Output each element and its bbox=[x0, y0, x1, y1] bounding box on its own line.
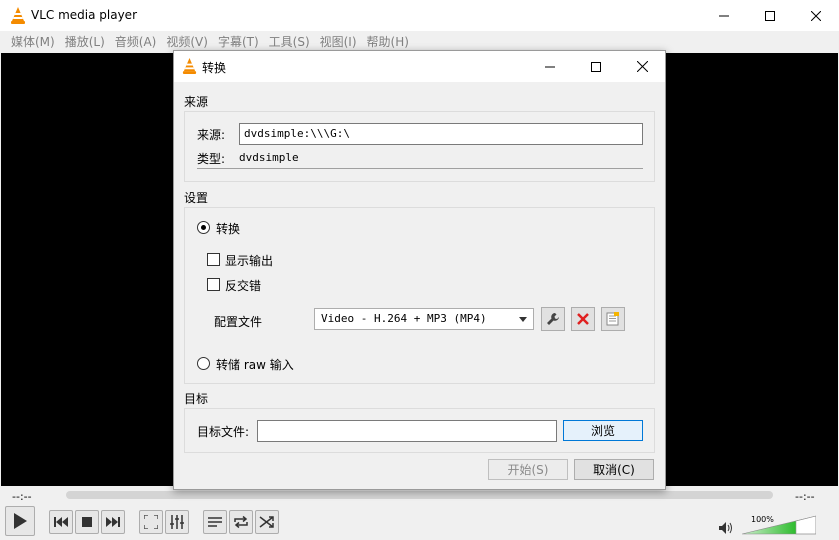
dialog-close-button[interactable] bbox=[619, 51, 665, 82]
vlc-cone-icon bbox=[11, 7, 25, 24]
close-icon bbox=[636, 61, 648, 72]
source-group: 来源: dvdsimple:\\\G:\ 类型: dvdsimple bbox=[184, 111, 655, 182]
next-icon bbox=[106, 517, 120, 527]
dump-raw-label: 转储 raw 输入 bbox=[216, 358, 294, 372]
profile-select-value: Video - H.264 + MP3 (MP4) bbox=[321, 312, 487, 325]
remaining-time: --:-- bbox=[795, 490, 815, 503]
shuffle-button[interactable] bbox=[255, 510, 279, 534]
settings-group: 转换 显示输出 反交错 配置文件 Video - H.264 + MP3 (MP… bbox=[184, 207, 655, 384]
deinterlace-checkbox[interactable] bbox=[207, 278, 220, 291]
dump-raw-radio[interactable] bbox=[197, 357, 210, 370]
stop-icon bbox=[82, 517, 92, 527]
destination-section-label: 目标 bbox=[184, 392, 209, 406]
loop-icon bbox=[234, 515, 248, 529]
menu-tools[interactable]: 工具(S) bbox=[264, 33, 315, 50]
menu-help[interactable]: 帮助(H) bbox=[362, 33, 414, 50]
next-button[interactable] bbox=[101, 510, 125, 534]
source-section-label: 来源 bbox=[184, 95, 209, 109]
convert-radio-label: 转换 bbox=[216, 222, 241, 236]
app-title: VLC media player bbox=[31, 8, 138, 22]
dialog-minimize-button[interactable] bbox=[527, 51, 573, 82]
play-button[interactable] bbox=[5, 506, 35, 536]
equalizer-icon bbox=[170, 515, 184, 529]
maximize-button[interactable] bbox=[747, 0, 793, 31]
previous-button[interactable] bbox=[49, 510, 73, 534]
wrench-icon bbox=[547, 313, 559, 325]
fullscreen-icon bbox=[144, 515, 158, 529]
destination-file-label: 目标文件: bbox=[197, 425, 250, 439]
playlist-button[interactable] bbox=[203, 510, 227, 534]
elapsed-time: --:-- bbox=[12, 490, 32, 503]
menu-view[interactable]: 视图(I) bbox=[315, 33, 362, 50]
browse-button[interactable]: 浏览 bbox=[563, 420, 643, 441]
source-input[interactable]: dvdsimple:\\\G:\ bbox=[239, 123, 643, 145]
vlc-cone-icon bbox=[182, 58, 197, 74]
stop-button[interactable] bbox=[75, 510, 99, 534]
maximize-icon bbox=[591, 61, 601, 72]
shuffle-icon bbox=[259, 516, 274, 528]
menu-media[interactable]: 媒体(M) bbox=[6, 33, 60, 50]
minimize-button[interactable] bbox=[701, 0, 747, 31]
dialog-maximize-button[interactable] bbox=[573, 51, 619, 82]
menu-video[interactable]: 视频(V) bbox=[161, 33, 213, 50]
delete-profile-button[interactable] bbox=[571, 307, 595, 331]
show-output-label: 显示输出 bbox=[225, 254, 274, 268]
playlist-icon bbox=[208, 517, 222, 527]
deinterlace-label: 反交错 bbox=[225, 279, 262, 293]
menu-subtitle[interactable]: 字幕(T) bbox=[213, 33, 264, 50]
new-profile-icon bbox=[606, 312, 619, 326]
dropdown-arrow-icon bbox=[519, 317, 527, 322]
show-output-checkbox[interactable] bbox=[207, 253, 220, 266]
previous-icon bbox=[54, 517, 68, 527]
minimize-icon bbox=[719, 15, 729, 16]
extended-settings-button[interactable] bbox=[165, 510, 189, 534]
type-label: 类型: bbox=[197, 152, 226, 166]
settings-section-label: 设置 bbox=[184, 191, 209, 205]
edit-profile-button[interactable] bbox=[541, 307, 565, 331]
dialog-title-bar: 转换 bbox=[174, 51, 665, 82]
menu-audio[interactable]: 音频(A) bbox=[110, 33, 162, 50]
source-label: 来源: bbox=[197, 128, 226, 142]
volume-percent-label: 100% bbox=[751, 515, 774, 524]
minimize-icon bbox=[545, 66, 555, 67]
new-profile-button[interactable] bbox=[601, 307, 625, 331]
fullscreen-button[interactable] bbox=[139, 510, 163, 534]
volume-icon[interactable] bbox=[719, 522, 733, 534]
destination-file-input[interactable] bbox=[257, 420, 557, 442]
close-button[interactable] bbox=[793, 0, 839, 31]
play-icon bbox=[14, 513, 27, 529]
dialog-title: 转换 bbox=[202, 61, 227, 75]
title-bar: VLC media player bbox=[0, 0, 839, 31]
start-button[interactable]: 开始(S) bbox=[488, 459, 568, 480]
menu-bar: 媒体(M) 播放(L) 音频(A) 视频(V) 字幕(T) 工具(S) 视图(I… bbox=[0, 31, 839, 52]
loop-button[interactable] bbox=[229, 510, 253, 534]
convert-radio[interactable] bbox=[197, 221, 210, 234]
maximize-icon bbox=[765, 10, 775, 21]
delete-icon bbox=[577, 313, 589, 325]
profile-select[interactable]: Video - H.264 + MP3 (MP4) bbox=[314, 308, 534, 330]
cancel-button[interactable]: 取消(C) bbox=[574, 459, 654, 480]
convert-dialog: 转换 来源 来源: dvdsimple:\\\G:\ 类型: dvdsimple… bbox=[173, 50, 666, 490]
close-icon bbox=[811, 10, 821, 21]
profile-label: 配置文件 bbox=[214, 315, 263, 329]
menu-playback[interactable]: 播放(L) bbox=[60, 33, 110, 50]
type-value: dvdsimple bbox=[239, 151, 299, 164]
source-separator bbox=[197, 168, 643, 169]
destination-group: 目标文件: 浏览 bbox=[184, 408, 655, 453]
seek-slider[interactable] bbox=[66, 491, 773, 499]
